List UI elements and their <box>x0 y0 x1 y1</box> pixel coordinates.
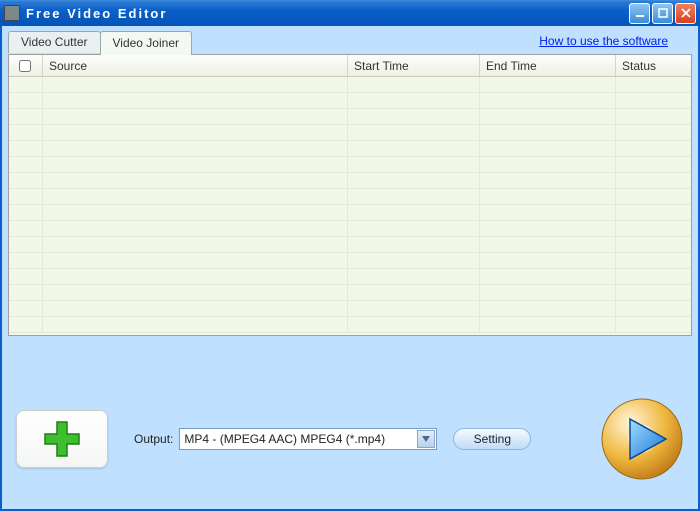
output-label: Output: <box>134 432 173 446</box>
chevron-down-icon <box>422 436 430 442</box>
dropdown-arrow <box>417 430 435 448</box>
plus-icon <box>41 418 83 460</box>
table-row <box>9 157 691 173</box>
table-header: Source Start Time End Time Status <box>9 55 691 77</box>
close-icon <box>681 8 691 18</box>
video-list-table: Source Start Time End Time Status <box>8 54 692 336</box>
app-icon <box>4 5 20 21</box>
table-row <box>9 317 691 333</box>
tab-video-cutter[interactable]: Video Cutter <box>8 31 101 53</box>
client-area: Video Cutter Video Joiner How to use the… <box>0 26 700 511</box>
table-row <box>9 77 691 93</box>
window-title: Free Video Editor <box>26 6 629 21</box>
table-row <box>9 173 691 189</box>
table-row <box>9 205 691 221</box>
maximize-icon <box>658 8 668 18</box>
window-controls <box>629 3 696 24</box>
column-header-start-time[interactable]: Start Time <box>348 55 480 76</box>
maximize-button[interactable] <box>652 3 673 24</box>
setting-button[interactable]: Setting <box>453 428 531 450</box>
minimize-icon <box>635 8 645 18</box>
output-format-select[interactable]: MP4 - (MPEG4 AAC) MPEG4 (*.mp4) <box>179 428 437 450</box>
minimize-button[interactable] <box>629 3 650 24</box>
table-row <box>9 141 691 157</box>
column-header-status[interactable]: Status <box>616 55 691 76</box>
table-row <box>9 253 691 269</box>
help-link[interactable]: How to use the software <box>539 34 668 48</box>
column-header-checkbox[interactable] <box>9 55 43 76</box>
table-row <box>9 269 691 285</box>
table-row <box>9 93 691 109</box>
table-row <box>9 285 691 301</box>
bottom-toolbar: Output: MP4 - (MPEG4 AAC) MPEG4 (*.mp4) … <box>16 397 684 481</box>
tab-video-joiner[interactable]: Video Joiner <box>100 31 193 55</box>
add-file-button[interactable] <box>16 410 108 468</box>
table-row <box>9 189 691 205</box>
table-row <box>9 301 691 317</box>
column-header-end-time[interactable]: End Time <box>480 55 616 76</box>
table-row <box>9 109 691 125</box>
table-row <box>9 237 691 253</box>
play-button[interactable] <box>600 397 684 481</box>
table-row <box>9 125 691 141</box>
table-row <box>9 221 691 237</box>
column-header-source[interactable]: Source <box>43 55 348 76</box>
output-format-value: MP4 - (MPEG4 AAC) MPEG4 (*.mp4) <box>184 432 385 446</box>
play-disc-icon <box>600 397 684 481</box>
title-bar: Free Video Editor <box>0 0 700 26</box>
output-group: Output: MP4 - (MPEG4 AAC) MPEG4 (*.mp4) <box>134 428 437 450</box>
tab-bar: Video Cutter Video Joiner How to use the… <box>8 30 692 54</box>
table-body[interactable] <box>9 77 691 335</box>
select-all-checkbox[interactable] <box>19 60 31 72</box>
close-button[interactable] <box>675 3 696 24</box>
